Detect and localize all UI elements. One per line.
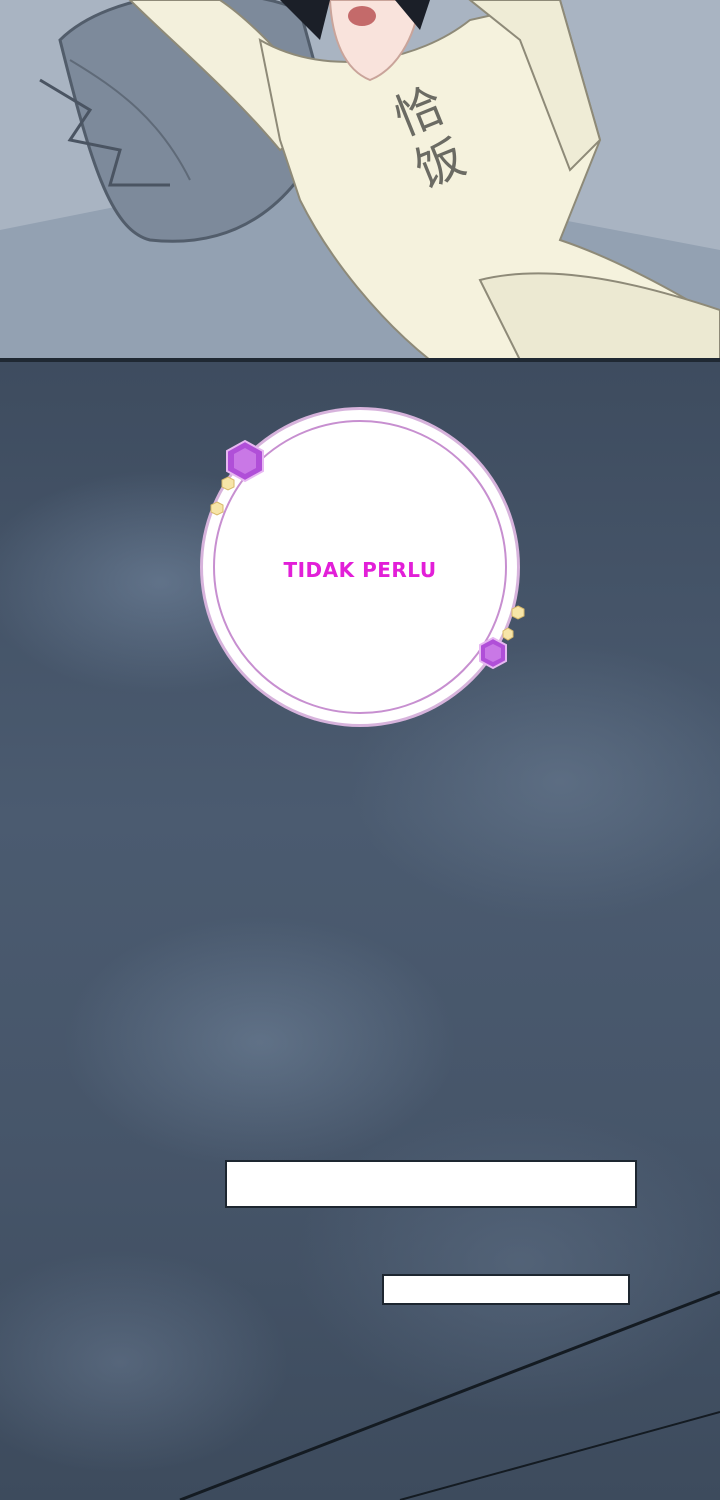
sleeping-character-illustration <box>0 0 720 360</box>
yellow-dots-small-icon <box>502 605 525 641</box>
yellow-dots-icon <box>210 476 235 516</box>
caption-box-1 <box>225 1160 637 1208</box>
speech-bubble-text: TIDAK PERLU <box>283 558 437 582</box>
comic-panel-top: 恰饭 <box>0 0 720 360</box>
caption-box-2 <box>382 1274 630 1305</box>
